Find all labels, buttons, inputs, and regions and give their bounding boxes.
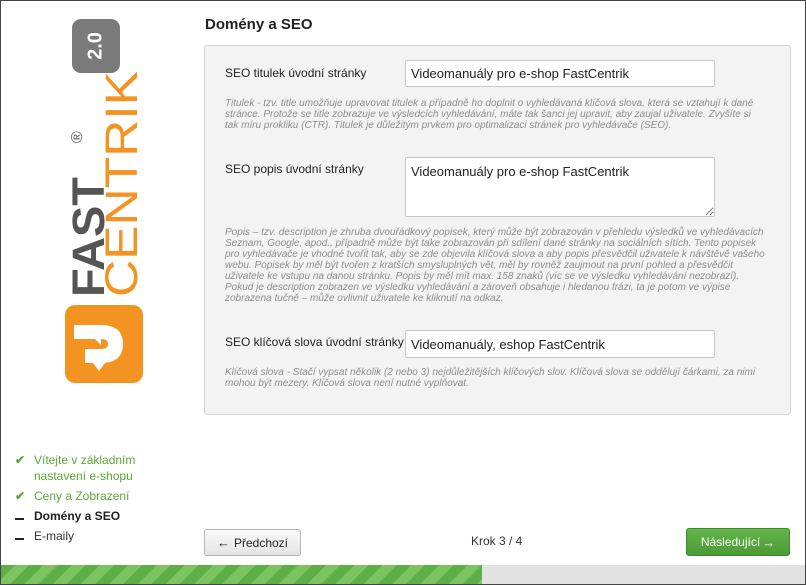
step-item-welcome: ✔ Vítejte v základním nastavení e-shopu [15, 452, 185, 484]
sidebar: 2.0 CENTRIK FAST ® ✔ Vítejte v základním… [1, 1, 186, 584]
previous-button-label: Předchozí [233, 535, 289, 550]
seo-description-label: SEO popis úvodní stránky [225, 162, 364, 176]
brand-name-part1: FAST [63, 177, 114, 297]
seo-title-input[interactable] [405, 60, 715, 87]
seo-title-label: SEO titulek úvodní stránky [225, 66, 367, 80]
step-item-prices: ✔ Ceny a Zobrazení [15, 488, 185, 504]
step-label: Ceny a Zobrazení [34, 489, 130, 503]
page-title: Domény a SEO [205, 16, 313, 33]
step-label: Vítejte v základním nastavení e-shopu [34, 453, 136, 483]
seo-keywords-hint: Klíčová slova - Stačí vypsat několik (2 … [225, 367, 756, 389]
arrow-left-icon: ← [216, 535, 230, 550]
step-label: Domény a SEO [34, 509, 121, 523]
registered-mark: ® [69, 131, 86, 143]
seo-keywords-label: SEO klíčová slova úvodní stránky [225, 335, 404, 349]
arrow-right-icon: → [762, 534, 776, 550]
seo-title-hint: Titulek - tzv. title umožňuje upravovat … [225, 98, 754, 131]
seo-keywords-input[interactable] [405, 330, 715, 358]
progress-bar [1, 565, 805, 584]
logo-mark-icon [65, 305, 143, 383]
seo-description-hint: Popis – tzv. description je zhruba dvouř… [225, 227, 765, 304]
seo-description-textarea[interactable]: Videomanuály pro e-shop FastCentrik [405, 157, 715, 217]
dash-icon [15, 508, 27, 524]
check-icon: ✔ [15, 489, 26, 503]
step-item-emails: E-maily [15, 528, 185, 544]
wizard-window: 2.0 CENTRIK FAST ® ✔ Vítejte v základním… [0, 0, 806, 585]
step-counter: Krok 3 / 4 [471, 534, 523, 548]
previous-button[interactable]: ← Předchozí [204, 529, 301, 556]
dash-icon [15, 528, 27, 544]
step-label: E-maily [34, 529, 75, 543]
wizard-steps: ✔ Vítejte v základním nastavení e-shopu … [15, 452, 185, 548]
version-text: 2.0 [84, 32, 106, 60]
check-icon: ✔ [15, 453, 26, 467]
progress-bar-fill [1, 565, 483, 584]
next-button-label: Následující [700, 535, 761, 549]
next-button[interactable]: Následující → [686, 528, 790, 556]
step-item-domains-seo: Domény a SEO [15, 508, 185, 524]
fastcentrik-logo: 2.0 CENTRIK FAST ® [63, 19, 147, 383]
